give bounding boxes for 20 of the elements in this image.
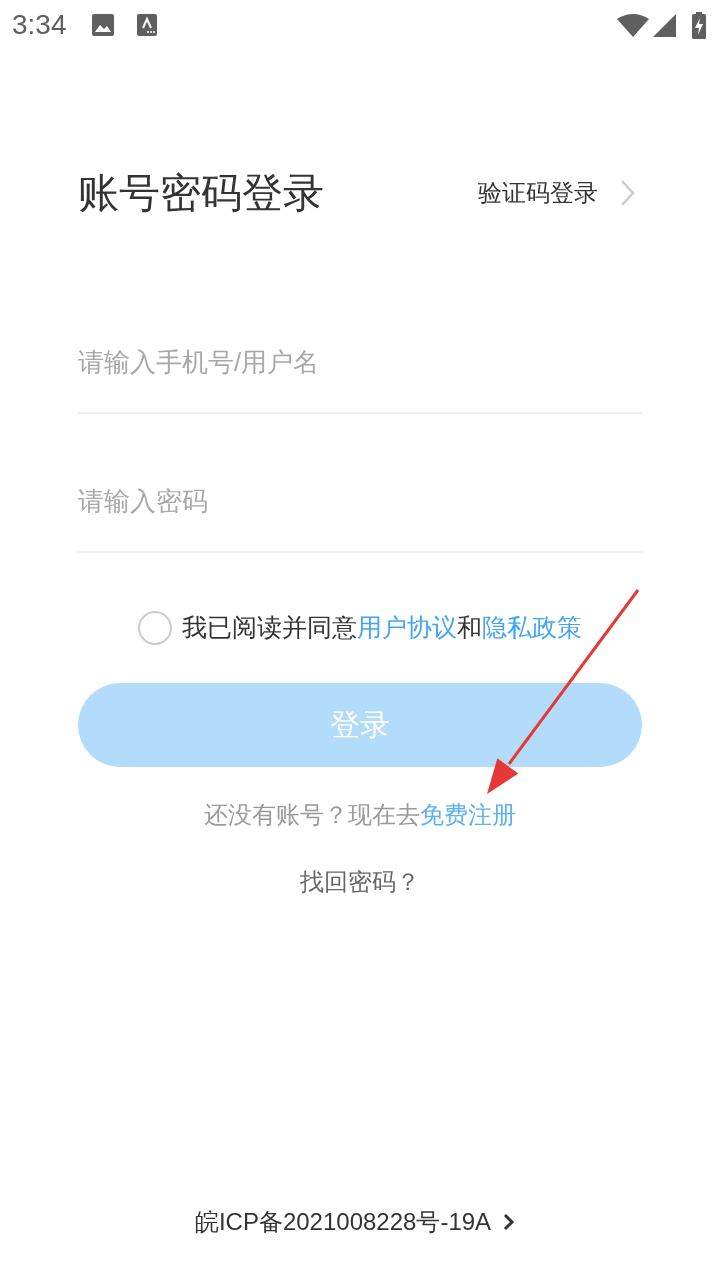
chevron-right-icon — [620, 179, 635, 207]
image-icon — [91, 14, 114, 36]
password-field[interactable]: 请输入密码 — [78, 471, 642, 553]
signal-icon — [653, 13, 676, 37]
page-title: 账号密码登录 — [78, 169, 324, 217]
wifi-icon — [617, 13, 649, 37]
battery-charging-icon — [692, 11, 706, 39]
status-time: 3:34 — [12, 9, 67, 41]
register-prompt: 还没有账号？现在去免费注册 — [204, 800, 516, 830]
chevron-right-icon — [503, 1213, 516, 1231]
agree-checkbox[interactable] — [138, 611, 172, 645]
forgot-password-link[interactable]: 找回密码？ — [300, 865, 420, 899]
register-link[interactable]: 免费注册 — [420, 801, 516, 828]
policy-link[interactable]: 用户协议 — [357, 614, 457, 641]
username-field[interactable]: 请输入手机号/用户名 — [78, 332, 642, 414]
code-login-link[interactable]: 验证码登录 — [478, 176, 635, 210]
policy-link[interactable]: 隐私政策 — [482, 614, 582, 641]
notification-icon — [136, 14, 157, 36]
icp-record-link[interactable]: 皖ICP备2021008228号-19A — [194, 1205, 516, 1239]
agreement-text: 我已阅读并同意用户协议和隐私政策 — [182, 613, 582, 643]
